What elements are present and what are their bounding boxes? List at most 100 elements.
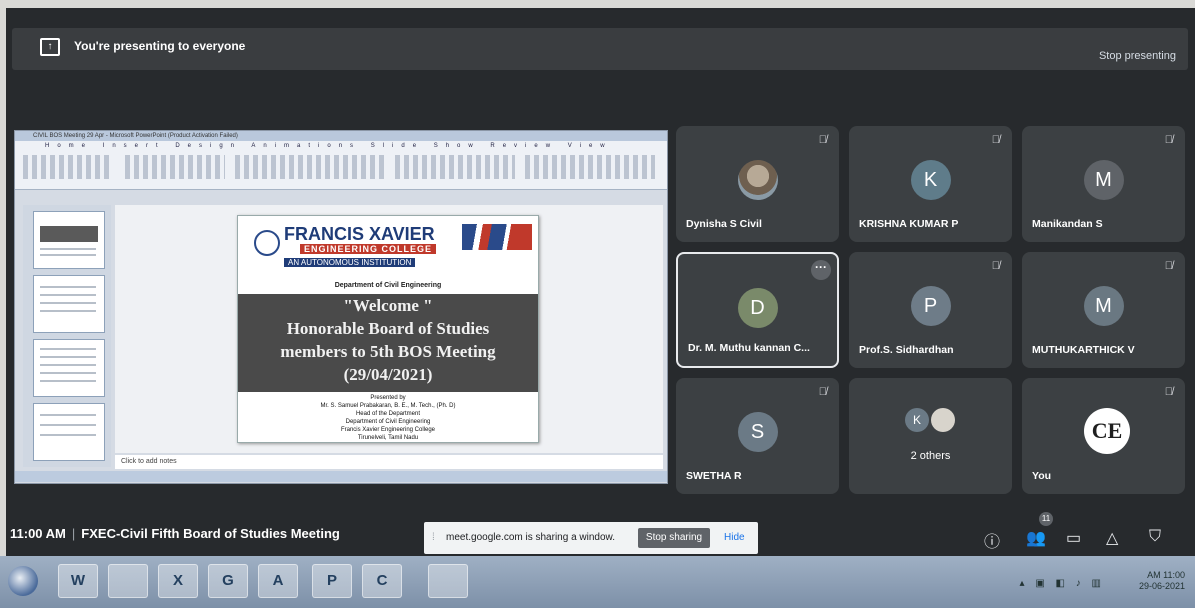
info-icon[interactable]: ⓘ [984,528,1000,552]
slide-presenter: Mr. S. Samuel Prabakaran, B. E., M. Tech… [320,403,456,409]
others-label: 2 others [910,450,951,462]
hide-button[interactable]: Hide [724,532,745,543]
meeting-bottom-bar: 11:00 AM | FXEC-Civil Fifth Board of Studi… [6,508,1195,556]
present-icon: ↑ [40,38,60,56]
participant-name: Prof.S. Sidhardhan [859,344,954,356]
participant-name: Dr. M. Muthu kannan C... [688,342,810,354]
people-icon[interactable]: 👥 [1026,528,1046,548]
shield-icon[interactable]: ⛉ [1149,528,1161,546]
avatar: S [737,412,778,452]
slide-dept: Department of Civil Engineering [345,419,431,425]
activities-icon[interactable]: △ [1106,528,1118,548]
participant-tile[interactable]: 🎙̸ M MUTHUKARTHICK V [1022,252,1185,368]
avatar: M [1083,160,1124,200]
slide-thumbnail[interactable] [33,211,105,269]
meet-window: ↑ You're presenting to everyone Stop pre… [6,8,1195,556]
current-slide: FRANCIS XAVIER ENGINEERING COLLEGE AN AU… [237,215,539,443]
avatar [931,408,955,432]
mic-off-icon: 🎙̸ [991,260,1000,272]
participant-tile[interactable]: ··· D Dr. M. Muthu kannan C... [676,252,839,368]
slide-thumbnail[interactable] [33,403,105,461]
self-avatar: CE [1084,408,1130,454]
ribbon-tabs: Home Insert Design Animations Slide Show… [45,143,613,149]
participant-count-badge: 11 [1039,512,1053,526]
slide-department: Department of Civil Engineering [334,282,442,289]
more-options-icon[interactable]: ··· [811,260,831,280]
participant-name: Dynisha S Civil [686,218,762,230]
acrobat-icon[interactable]: A [258,564,298,598]
start-button[interactable] [8,566,38,596]
mic-off-icon: 🎙̸ [1164,260,1173,272]
self-tile[interactable]: 🎙̸ CE You [1022,378,1185,494]
app-icon[interactable] [428,564,468,598]
excel-icon[interactable]: X [158,564,198,598]
others-tile[interactable]: K 2 others [849,378,1012,494]
slide-presenter-label: Presented by [370,395,406,401]
os-taskbar: W X G A P C ▴ ▣ ◧ ♪ ▥ AM 11:00 29-06-202… [0,556,1195,608]
chrome-icon[interactable]: G [208,564,248,598]
participant-tile[interactable]: 🎙̸ P Prof.S. Sidhardhan [849,252,1012,368]
avatar: P [910,286,951,326]
sharing-notice: ⁞ meet.google.com is sharing a window. S… [424,522,758,554]
participant-name: KRISHNA KUMAR P [859,218,959,230]
participant-name: SWETHA R [686,470,742,482]
slide-decoration [462,224,532,250]
slide-line: Honorable Board of Studies [286,319,490,338]
meeting-time: 11:00 AM [10,526,66,541]
slide-welcome: "Welcome " [343,296,433,315]
avatar: D [737,288,778,328]
meeting-details[interactable]: 11:00 AM | FXEC-Civil Fifth Board of Studi… [10,526,340,541]
presenting-banner: ↑ You're presenting to everyone Stop pre… [12,28,1188,70]
slide-place: Tirunelveli, Tamil Nadu [357,435,419,441]
slide-college-name: FRANCIS XAVIER [284,224,435,244]
ribbon: Home Insert Design Animations Slide Show… [15,141,667,190]
drag-handle-icon[interactable]: ⁞ [432,532,435,543]
avatar [737,160,778,200]
participant-name: You [1032,470,1052,482]
shared-window-title: CIVIL BOS Meeting 29 Apr - Microsoft Pow… [15,131,667,141]
slide-date: (29/04/2021) [343,365,433,384]
mic-off-icon: 🎙̸ [1164,386,1173,398]
slide-presenter-block: Presented by Mr. S. Samuel Prabakaran, B… [238,394,538,442]
browser-icon[interactable]: C [362,564,402,598]
slide-welcome-banner: "Welcome " Honorable Board of Studies me… [238,294,538,392]
notes-field[interactable]: Click to add notes [115,455,663,469]
mic-off-icon: 🎙̸ [818,386,827,398]
shared-screen: CIVIL BOS Meeting 29 Apr - Microsoft Pow… [14,130,668,484]
slide-tagline: AN AUTONOMOUS INSTITUTION [284,258,416,267]
slide-thumbnails [23,205,111,467]
explorer-icon[interactable] [108,564,148,598]
participant-tile[interactable]: 🎙̸ K KRISHNA KUMAR P [849,126,1012,242]
stop-presenting-button[interactable]: Stop presenting [1099,50,1176,62]
participant-tile[interactable]: 🎙̸ S SWETHA R [676,378,839,494]
word-icon[interactable]: W [58,564,98,598]
mic-off-icon: 🎙̸ [818,134,827,146]
presenting-text: You're presenting to everyone [74,39,246,53]
avatar: M [1083,286,1124,326]
slide-thumbnail[interactable] [33,275,105,333]
tray-icons[interactable]: ▴ ▣ ◧ ♪ ▥ [1020,578,1105,589]
separator: | [71,526,76,541]
clock[interactable]: AM 11:00 29-06-2021 [1139,570,1185,592]
mic-off-icon: 🎙̸ [991,134,1000,146]
clock-date: 29-06-2021 [1138,581,1185,591]
sharing-message: meet.google.com is sharing a window. [446,532,615,543]
participant-name: MUTHUKARTHICK V [1032,344,1135,356]
slide-line: members to 5th BOS Meeting [280,342,496,361]
chat-icon[interactable]: ▭ [1066,528,1081,548]
slide-college-sub: ENGINEERING COLLEGE [300,244,437,254]
meeting-title: FXEC-Civil Fifth Board of Studies Meetin… [81,526,340,541]
participant-name: Manikandan S [1032,218,1103,230]
clock-time: AM 11:00 [1147,570,1185,580]
stop-sharing-button[interactable]: Stop sharing [638,528,710,548]
slide-canvas: FRANCIS XAVIER ENGINEERING COLLEGE AN AU… [115,205,663,453]
participant-tile[interactable]: 🎙̸ Dynisha S Civil [676,126,839,242]
slide-college-full: Francis Xavier Engineering College [340,427,436,433]
powerpoint-icon[interactable]: P [312,564,352,598]
college-logo [254,230,280,256]
status-bar [15,471,667,482]
slide-thumbnail[interactable] [33,339,105,397]
participant-tile[interactable]: 🎙̸ M Manikandan S [1022,126,1185,242]
avatar: K [910,160,951,200]
mic-off-icon: 🎙̸ [1164,134,1173,146]
